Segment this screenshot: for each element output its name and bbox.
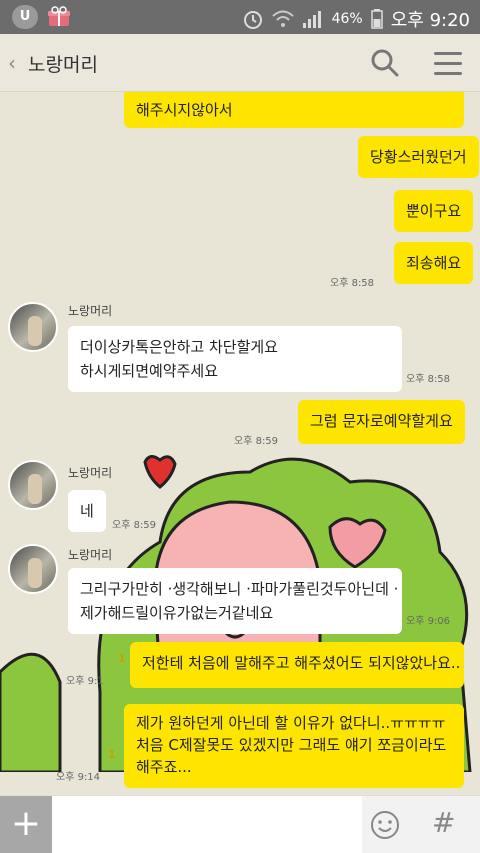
message-time: 오후 9:14 (56, 772, 101, 783)
sender-name: 노랑머리 (68, 466, 113, 480)
my-message-bubble[interactable]: 당황스러웠던거 (358, 136, 479, 178)
hashtag-icon[interactable]: # (432, 806, 455, 839)
chat-title: 노랑머리 (28, 54, 98, 76)
app-notification-icon: U (12, 5, 38, 29)
wifi-icon (271, 10, 294, 27)
message-time: 오후 9:06 (406, 616, 451, 627)
my-message-bubble[interactable]: 죄송해요 (394, 242, 474, 284)
gift-notification-icon (48, 6, 70, 26)
their-message-bubble[interactable]: 네 (68, 490, 106, 532)
my-message-bubble[interactable]: 제가 원하던게 아닌데 할 이유가 없다니..ㅠㅠㅠㅠ 처음 C제잘못도 있겠지… (124, 704, 464, 788)
my-message-bubble[interactable]: 그럼 문자로예약할게요 (298, 400, 465, 444)
avatar[interactable] (8, 544, 58, 594)
battery-icon (370, 9, 383, 29)
message-time: 오후 8:59 (234, 436, 279, 447)
avatar[interactable] (8, 302, 58, 352)
input-bar: + # (0, 795, 480, 853)
sender-name: 노랑머리 (68, 548, 113, 562)
signal-icon (302, 11, 321, 28)
menu-icon[interactable] (434, 52, 462, 76)
avatar[interactable] (8, 460, 58, 510)
alarm-icon (243, 11, 262, 29)
back-icon[interactable]: ‹ (8, 51, 16, 75)
my-message-bubble[interactable]: 뿐이구요 (394, 190, 474, 232)
message-time: 오후 8:58 (406, 374, 451, 385)
attach-button[interactable]: + (0, 796, 52, 853)
message-input[interactable] (52, 796, 362, 853)
chat-area[interactable]: 해주시지않아서 당황스러웠던거 뿐이구요 죄송해요 오후 8:58 노랑머리 더… (0, 92, 480, 795)
clock: 오후 9:20 (390, 10, 470, 31)
message-time: 오후 8:58 (330, 278, 375, 289)
unread-count: 1 (118, 652, 126, 665)
search-icon[interactable] (370, 48, 400, 78)
my-message-bubble[interactable]: 저한테 처음에 말해주고 해주셨어도 되지않았나요.. (130, 642, 464, 688)
message-time: 오후 9:1 (66, 676, 104, 687)
status-bar: U 46% 오후 9:20 (0, 0, 480, 34)
their-message-bubble[interactable]: 그리구가만히 ·생각해보니 ·파마가풀린것두아닌데 · 제가해드릴이유가없는거같… (68, 568, 402, 634)
my-message-bubble[interactable]: 해주시지않아서 (124, 92, 464, 128)
emoji-icon[interactable] (370, 810, 400, 840)
their-message-bubble[interactable]: 더이상카톡은안하고 차단할게요 하시게되면예약주세요 (68, 326, 402, 392)
battery-percent: 46% (331, 11, 363, 27)
sender-name: 노랑머리 (68, 304, 113, 318)
chat-header: ‹ 노랑머리 (0, 34, 480, 92)
message-time: 오후 8:59 (112, 520, 157, 531)
unread-count: 1 (108, 748, 116, 761)
